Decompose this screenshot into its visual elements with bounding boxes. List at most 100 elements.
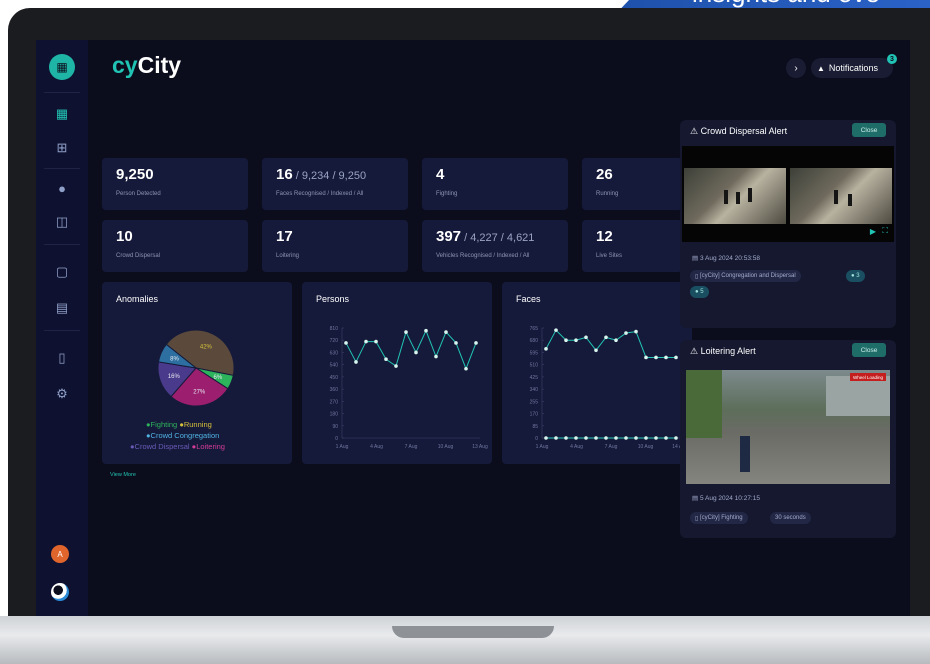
legend-dispersal: Crowd Dispersal [134,442,190,451]
data-point [374,339,378,344]
y-tick-label: 680 [530,338,539,344]
person-count-chip: ● 5 [690,286,709,298]
data-point [384,357,388,362]
close-button[interactable]: Close [852,123,886,137]
y-tick-label: 425 [530,375,539,381]
dashboard-screen: ▦ ▦ ⊞ ● ◫ ▢ ▤ ▯ ⚙ A cyCity › ▲ Notificat… [36,40,910,616]
data-point [614,436,618,440]
data-point [654,355,658,360]
alert-title: ⚠ Crowd Dispersal Alert [690,126,787,137]
stat-label: Crowd Dispersal [116,253,161,259]
stat-main-value: 10 [116,228,133,245]
legend-loitering: Loitering [196,442,225,451]
x-tick-label: 1 Aug [336,444,349,450]
settings-gear-icon[interactable]: ⚙ [50,382,74,406]
data-point [464,366,468,371]
persons-panel: Persons 0 90 180 270 360 450 540 630 720 810 1 Aug… [302,282,492,464]
data-point [634,329,638,334]
theme-toggle-icon[interactable] [51,583,69,601]
dashboard-icon[interactable]: ▦ [50,102,74,126]
legend-fighting: Fighting [150,420,178,429]
search-image-icon[interactable]: ▢ [50,260,74,284]
pie-slice-label: 16% [168,374,181,380]
sidebar: ▦ ▦ ⊞ ● ◫ ▢ ▤ ▯ ⚙ A [36,40,88,616]
building-icon[interactable]: ▤ [50,296,74,320]
data-point [544,436,548,440]
stat-main-value: 16 [276,166,293,183]
stat-value: 12 [596,228,613,245]
calendar-icon: ▤ [692,255,699,262]
x-tick-label: 10 Aug [438,444,454,450]
x-tick-label: 10 Aug [638,444,654,450]
camera-icon[interactable]: ▯ [50,346,74,370]
y-tick-label: 85 [532,424,538,430]
stat-card[interactable]: 4 Fighting [422,158,568,210]
data-point [474,341,478,345]
stat-card[interactable]: 9,250 Person Detected [102,158,248,210]
data-point [554,328,558,332]
notifications-count-badge: 3 [887,54,897,64]
stat-card[interactable]: 26 Running [582,158,682,210]
x-tick-label: 13 Aug [472,444,488,450]
data-point [354,360,358,364]
pie-legend-row: ●Fighting ●Running [146,420,212,429]
camera-chip: ▯ [cyCity] Fighting [690,512,748,524]
data-point [444,330,448,334]
play-icon[interactable]: ▶ [870,227,876,236]
x-tick-label: 7 Aug [405,444,418,450]
alert-title: ⚠ Loitering Alert [690,346,756,357]
close-button[interactable]: Close [852,343,886,357]
data-point [454,341,458,345]
alert-date-text: 5 Aug 2024 10:27:15 [699,495,760,502]
grid-icon[interactable]: ⊞ [50,136,74,160]
crowd-dispersal-alert-card: ⚠ Crowd Dispersal Alert Close ▶ ⛶ ▤ 3 Au… [680,120,896,328]
x-tick-label: 4 Aug [570,444,583,450]
bell-icon: ▲ [817,63,825,73]
alert-title-text: Crowd Dispersal Alert [700,126,788,136]
data-point [654,436,658,440]
stat-value: 26 [596,166,613,183]
stat-label: Faces Recognised / Indexed / All [276,191,364,197]
fullscreen-icon[interactable]: ⛶ [882,226,888,236]
alert-date: ▤ 3 Aug 2024 20:53:58 [692,254,760,262]
chevron-right-icon[interactable]: › [786,58,806,78]
stat-sub-value: / 9,234 / 9,250 [292,170,367,182]
stat-main-value: 397 [436,228,462,245]
person-count: 3 [856,273,860,279]
city-logo-icon[interactable]: ▦ [49,54,75,80]
x-tick-label: 1 Aug [536,444,549,450]
pie-slice-label: 42% [200,345,213,351]
stat-card[interactable]: 17 Loitering [262,220,408,272]
data-point [404,330,408,334]
notifications-button[interactable]: ▲ Notifications [811,58,893,78]
data-point [664,436,668,440]
stat-main-value: 26 [596,166,613,183]
data-point [604,436,608,440]
y-tick-label: 450 [330,375,339,381]
y-tick-label: 180 [330,412,339,418]
y-tick-label: 510 [530,363,539,369]
y-tick-label: 595 [530,350,539,356]
app-logo-cy: cy [112,52,138,78]
stat-card[interactable]: 397 / 4,227 / 4,621 Vehicles Recognised … [422,220,568,272]
data-point [564,436,568,440]
camera-name: [cyCity] Fighting [699,515,743,521]
stat-card[interactable]: 16 / 9,234 / 9,250 Faces Recognised / In… [262,158,408,210]
data-point [674,436,678,440]
vehicle-icon[interactable]: ◫ [50,210,74,234]
camera-chip: ▯ [cyCity] Congregation and Dispersal [690,270,801,282]
stat-card[interactable]: 12 Live Sites [582,220,682,272]
stat-main-value: 17 [276,228,293,245]
legend-crowd: Crowd Congregation [150,431,220,440]
y-tick-label: 170 [530,412,539,418]
person-icon[interactable]: ● [50,176,74,200]
faces-panel: Faces 0 85 170 255 340 425 510 595 680 765 1 Aug 4 … [502,282,692,464]
y-tick-label: 810 [330,326,339,332]
view-more-link[interactable]: View More [110,472,136,478]
cctv-frame-image [790,168,892,224]
stat-card[interactable]: 10 Crowd Dispersal [102,220,248,272]
data-point [664,355,668,360]
user-avatar[interactable]: A [51,545,69,563]
anomalies-panel: Anomalies 42% 6% 27% 16% 8% ●Fighting ●Runni… [102,282,292,464]
alert-video-player[interactable]: ▶ ⛶ [682,146,894,242]
